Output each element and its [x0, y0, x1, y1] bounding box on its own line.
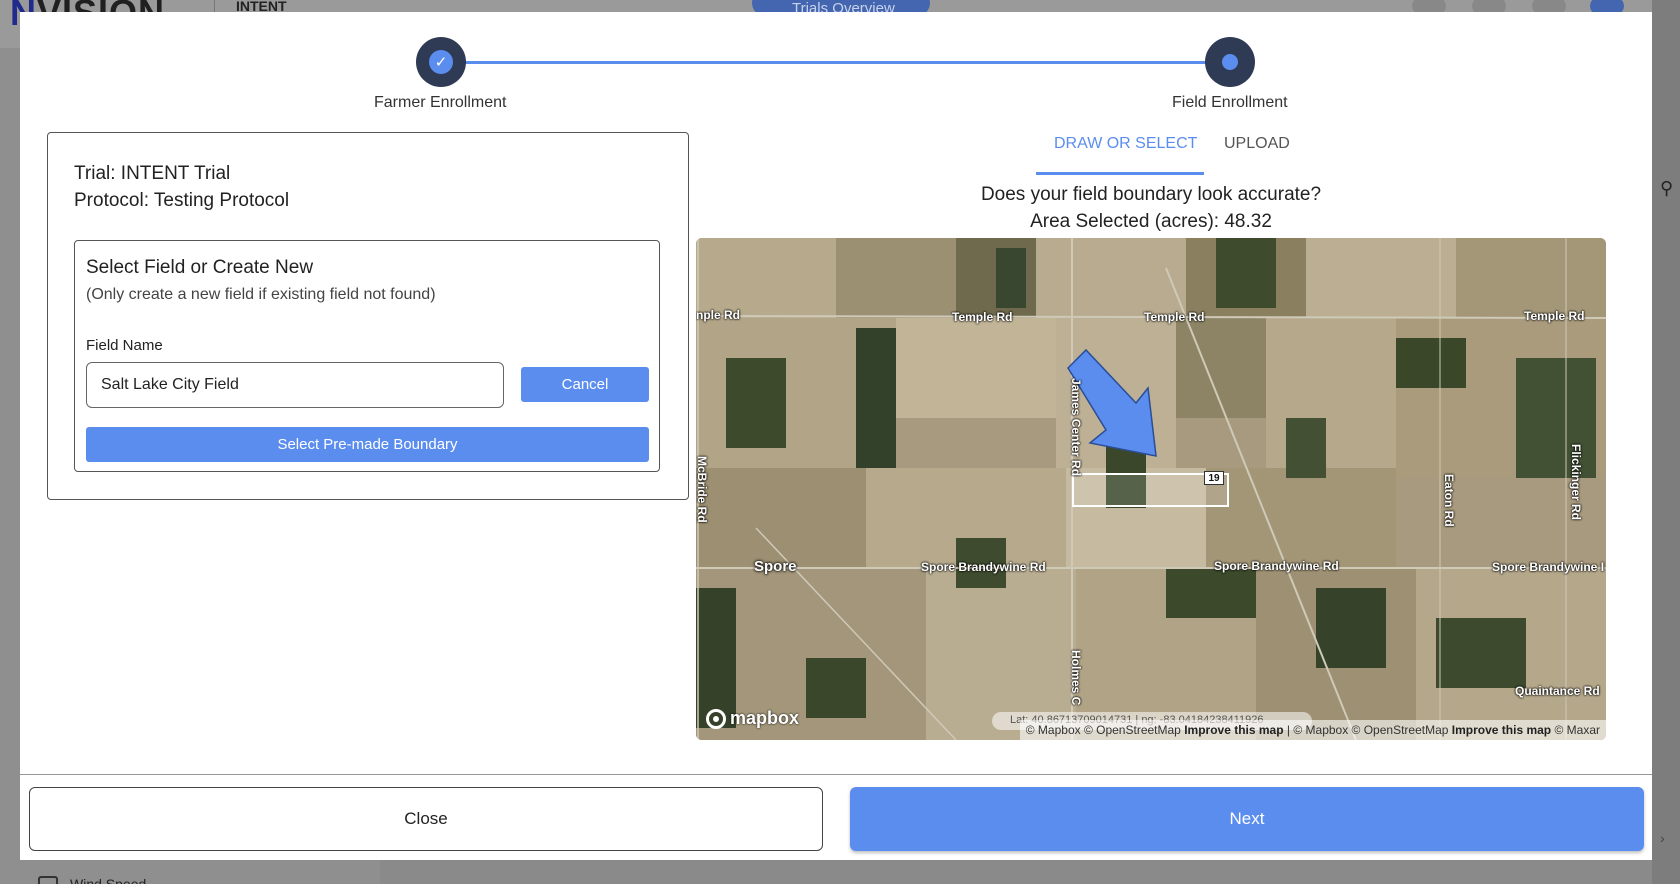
select-field-subtitle: (Only create a new field if existing fie… — [86, 286, 436, 303]
road-label: McBride Rd — [696, 456, 709, 523]
trial-info-card: Trial: INTENT Trial Protocol: Testing Pr… — [47, 132, 689, 500]
road-label: James Center Rd — [1069, 378, 1083, 477]
protocol-name: Protocol: Testing Protocol — [74, 190, 290, 211]
attribution-text[interactable]: © Maxar — [1554, 723, 1600, 737]
road-label: Eaton Rd — [1442, 474, 1456, 527]
area-selected: Area Selected (acres): 48.32 — [1030, 211, 1272, 232]
close-button[interactable]: Close — [29, 787, 823, 851]
background-right-strip — [1652, 0, 1680, 884]
field-name-label: Field Name — [86, 337, 163, 354]
mapbox-logo[interactable]: mapbox — [706, 708, 799, 729]
road-label: Temple Rd — [1144, 310, 1205, 324]
select-field-card: Select Field or Create New (Only create … — [74, 240, 660, 472]
trial-name: Trial: INTENT Trial — [74, 163, 231, 184]
road-label: Temple Rd — [952, 310, 1013, 324]
check-icon: ✓ — [429, 50, 453, 74]
road-label: nple Rd — [696, 308, 740, 322]
tab-draw-or-select[interactable]: DRAW OR SELECT — [1054, 135, 1197, 153]
field-name-input[interactable] — [86, 362, 504, 408]
step-field-enrollment — [1205, 37, 1255, 87]
step-label-farmer-enrollment: Farmer Enrollment — [374, 94, 507, 111]
checkbox-icon — [38, 876, 58, 884]
town-label: Spore — [754, 558, 797, 575]
mapbox-icon — [706, 708, 726, 729]
road-label: Spore Brandywine Rd — [921, 560, 1046, 574]
sidebar-item-wind-speed: Wind Speed — [70, 876, 147, 884]
next-button[interactable]: Next — [850, 787, 1644, 851]
road-label: Holmes C — [1069, 650, 1083, 706]
satellite-map[interactable]: nple Rd Temple Rd Temple Rd Temple Rd Sp… — [696, 238, 1606, 740]
improve-map-link[interactable]: Improve this map — [1452, 723, 1551, 737]
active-tab-indicator — [1036, 172, 1204, 175]
tab-upload[interactable]: UPLOAD — [1224, 135, 1290, 153]
road-label: Spore Brandywine Rd — [1214, 559, 1339, 573]
improve-map-link[interactable]: Improve this map — [1184, 723, 1283, 737]
active-step-dot-icon — [1222, 54, 1238, 70]
attribution-text[interactable]: © Mapbox © OpenStreetMap — [1026, 723, 1181, 737]
boundary-question: Does your field boundary look accurate? — [980, 184, 1322, 205]
road-label: Quaintance Rd — [1515, 684, 1600, 698]
road-label: Flickinger Rd — [1569, 444, 1583, 521]
search-icon: ⚲ — [1660, 178, 1674, 198]
mapbox-wordmark: mapbox — [730, 708, 800, 728]
chevron-right-icon: › — [1660, 830, 1665, 846]
stepper-connector — [440, 61, 1230, 64]
step-farmer-enrollment: ✓ — [416, 37, 466, 87]
attribution-text[interactable]: | © Mapbox © OpenStreetMap — [1287, 723, 1449, 737]
select-premade-boundary-button[interactable]: Select Pre-made Boundary — [86, 427, 649, 462]
road-label: Spore Brandywine I — [1492, 560, 1605, 574]
select-field-title: Select Field or Create New — [86, 257, 314, 278]
map-attribution: © Mapbox © OpenStreetMap Improve this ma… — [1019, 720, 1606, 740]
step-label-field-enrollment: Field Enrollment — [1172, 94, 1288, 111]
route-shield: 19 — [1204, 471, 1224, 485]
cancel-button[interactable]: Cancel — [521, 367, 649, 402]
road-label: Temple Rd — [1524, 309, 1585, 323]
